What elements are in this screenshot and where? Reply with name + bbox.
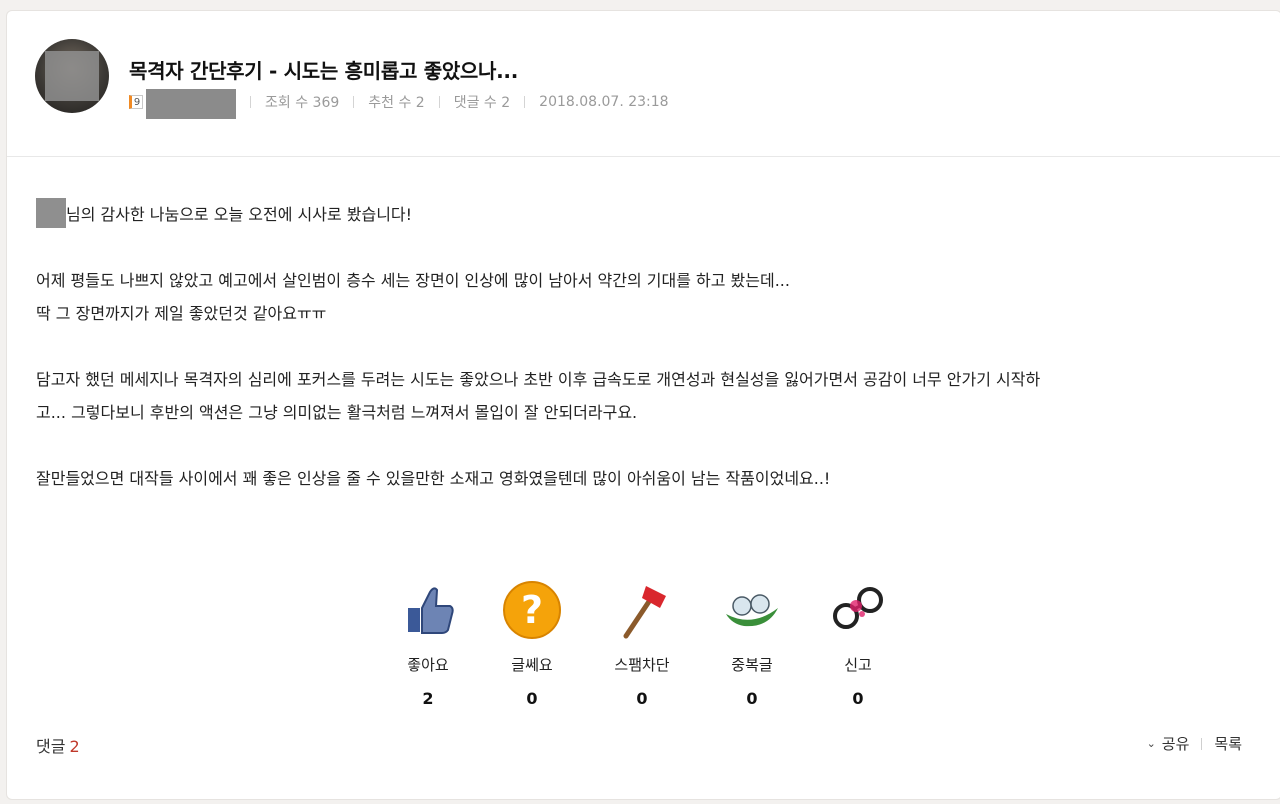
post-footer: 댓글 2 ⌄ 공유 목록: [36, 733, 1246, 759]
reaction-report[interactable]: 신고 0: [818, 578, 898, 708]
avatar-mask: [45, 51, 99, 101]
reaction-count: 0: [636, 689, 648, 708]
reaction-unsure[interactable]: ? 글쎄요 0: [492, 578, 572, 708]
chevron-down-icon: ⌄: [1146, 737, 1156, 750]
svg-text:?: ?: [521, 588, 543, 632]
level-badge: 9: [129, 95, 143, 109]
meta-divider: [250, 96, 251, 108]
body-line: 딱 그 장면까지가 제일 좋았던것 같아요ㅠㅠ: [36, 304, 327, 323]
list-button[interactable]: 목록: [1214, 733, 1242, 754]
post-title: 목격자 간단후기 - 시도는 흥미롭고 좋았으나...: [129, 59, 519, 83]
share-button[interactable]: 공유: [1162, 733, 1190, 754]
post-actions: ⌄ 공유 목록: [1147, 733, 1242, 754]
body-line: 고... 그렇다보니 후반의 액션은 그냥 의미없는 활극처럼 느껴져서 몰입이…: [36, 403, 638, 422]
reaction-count: 2: [422, 689, 434, 708]
question-icon: ?: [503, 581, 561, 639]
reaction-duplicate[interactable]: 중복글 0: [712, 578, 792, 708]
reaction-label: 글쎄요: [511, 656, 553, 674]
handcuffs-icon: [833, 587, 883, 629]
reaction-label: 좋아요: [407, 656, 449, 674]
reaction-spam[interactable]: 스팸차단 0: [602, 578, 682, 708]
body-line: 어제 평들도 나쁘지 않았고 예고에서 살인범이 층수 세는 장면이 인상에 많…: [36, 271, 790, 290]
axe-icon: [623, 586, 666, 639]
avatar[interactable]: [35, 39, 109, 113]
action-divider: [1201, 737, 1203, 750]
reaction-like[interactable]: 좋아요 2: [388, 578, 468, 708]
comments-link[interactable]: 댓글 2: [36, 733, 80, 757]
reaction-label: 중복글: [731, 656, 773, 674]
meta-divider: [524, 96, 526, 108]
recommend-count: 추천 수 2: [368, 95, 425, 111]
reaction-label: 스팸차단: [614, 656, 670, 674]
author-name-mask[interactable]: [146, 89, 236, 119]
post-body: 님의 감사한 나눔으로 오늘 오전에 시사로 봤습니다! 어제 평들도 나쁘지 …: [36, 197, 1246, 495]
comments-label: 댓글: [36, 737, 66, 756]
meta-divider: [353, 96, 355, 108]
body-line: 잘만들었으면 대작들 사이에서 꽤 좋은 인상을 줄 수 있을만한 소재고 영화…: [36, 469, 831, 488]
body-line: 님의 감사한 나눔으로 오늘 오전에 시사로 봤습니다!: [36, 197, 1246, 231]
username-mask: [36, 197, 66, 228]
post-header: 목격자 간단후기 - 시도는 흥미롭고 좋았으나... 9 조회 수 369 추…: [7, 11, 1280, 157]
views-count: 조회 수 369: [265, 95, 340, 111]
reaction-count: 0: [746, 689, 758, 708]
meta-divider: [438, 96, 440, 108]
reaction-count: 0: [526, 689, 538, 708]
comment-count: 댓글 수 2: [453, 95, 511, 111]
reaction-count: 0: [852, 689, 864, 708]
post-meta: 9 조회 수 369 추천 수 2 댓글 수 2 2018.08.07. 23:…: [129, 89, 669, 119]
reaction-label: 신고: [844, 656, 872, 674]
reaction-bar: 좋아요 2 ? 글쎄요 0 스팸차단 0 중복글 0 신고 0: [380, 578, 900, 708]
body-line-text: 님의 감사한 나눔으로 오늘 오전에 시사로 봤습니다!: [66, 205, 413, 224]
duplicate-icon: [726, 594, 778, 627]
body-line: 담고자 했던 메세지나 목격자의 심리에 포커스를 두려는 시도는 좋았으나 초…: [36, 370, 1041, 389]
thumbs-up-icon: [408, 587, 454, 634]
comments-count: 2: [69, 737, 80, 756]
post-datetime: 2018.08.07. 23:18: [539, 94, 669, 110]
